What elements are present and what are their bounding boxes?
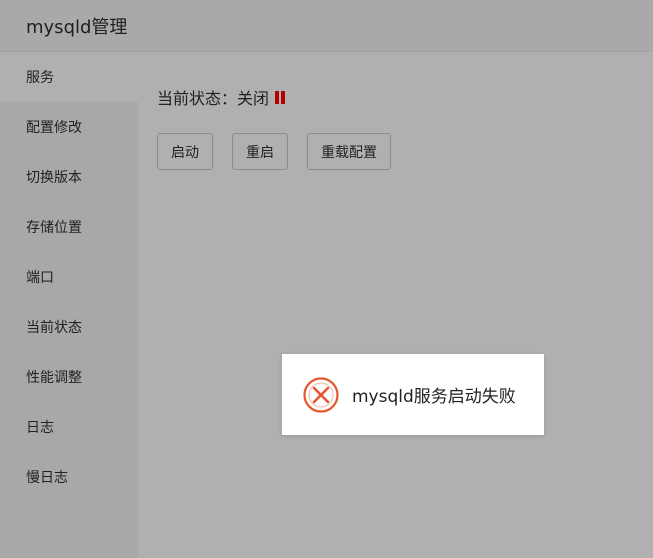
status-value: 关闭 [237, 89, 270, 108]
pause-icon [275, 90, 286, 104]
sidebar-item-config[interactable]: 配置修改 [0, 102, 138, 152]
status-label: 当前状态： [157, 89, 238, 108]
title-bar: mysqld管理 [0, 0, 653, 52]
sidebar-item-service[interactable]: 服务 [0, 52, 138, 102]
sidebar-item-performance[interactable]: 性能调整 [0, 352, 138, 402]
sidebar-item-slow-log[interactable]: 慢日志 [0, 452, 138, 502]
toast-message: mysqld服务启动失败 [352, 387, 516, 407]
restart-button[interactable]: 重启 [232, 133, 288, 170]
app-window: mysqld管理 服务 配置修改 切换版本 存储位置 端口 当前状态 性能调整 … [0, 0, 653, 558]
sidebar-item-log[interactable]: 日志 [0, 402, 138, 452]
service-status: 当前状态： 关闭 [157, 85, 286, 109]
reload-config-button[interactable]: 重载配置 [307, 133, 391, 170]
sidebar-item-label: 性能调整 [26, 370, 82, 386]
sidebar-item-label: 当前状态 [26, 320, 82, 336]
sidebar-item-version[interactable]: 切换版本 [0, 152, 138, 202]
start-button[interactable]: 启动 [157, 133, 213, 170]
error-circle-icon [303, 376, 339, 413]
sidebar: 服务 配置修改 切换版本 存储位置 端口 当前状态 性能调整 日志 慢日志 [0, 52, 138, 558]
error-toast: mysqld服务启动失败 [282, 354, 544, 435]
sidebar-item-status[interactable]: 当前状态 [0, 302, 138, 352]
sidebar-item-storage[interactable]: 存储位置 [0, 202, 138, 252]
sidebar-item-label: 慢日志 [26, 470, 68, 486]
sidebar-item-label: 日志 [26, 420, 54, 436]
sidebar-item-label: 切换版本 [26, 170, 82, 186]
action-buttons: 启动 重启 重载配置 [157, 133, 391, 170]
sidebar-item-label: 配置修改 [26, 120, 82, 136]
sidebar-item-label: 端口 [26, 270, 54, 286]
sidebar-item-label: 服务 [26, 70, 54, 86]
sidebar-item-label: 存储位置 [26, 220, 82, 236]
sidebar-item-port[interactable]: 端口 [0, 252, 138, 302]
page-title: mysqld管理 [26, 16, 128, 38]
main-panel: 当前状态： 关闭 启动 重启 重载配置 [138, 52, 653, 558]
